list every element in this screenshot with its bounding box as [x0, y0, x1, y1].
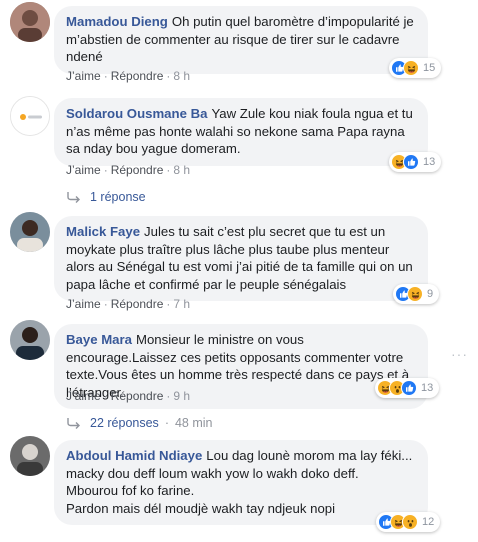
comment-text-line-3: Mbourou fof ko farine. — [66, 483, 195, 498]
view-replies-link[interactable]: 22 réponses · 48 min — [66, 416, 213, 430]
like-link[interactable]: J’aime — [66, 163, 101, 177]
comment-bubble: Mamadou Dieng Oh putin quel baromètre d’i… — [54, 6, 428, 74]
comment-bubble: Malick Faye Jules tu sait c’est plu secre… — [54, 216, 428, 301]
reaction-summary[interactable]: 13 — [375, 378, 440, 398]
comment-actions: J’aime · Répondre · 8 h — [66, 69, 191, 83]
timestamp[interactable]: 8 h — [173, 69, 190, 83]
reply-arrow-icon — [67, 192, 80, 203]
more-options-icon[interactable]: ··· — [451, 346, 468, 362]
comment-author[interactable]: Malick Faye — [66, 224, 140, 239]
reaction-count: 15 — [423, 62, 436, 74]
comment-actions: J’aime · Répondre · 8 h — [66, 163, 191, 177]
replies-time: 48 min — [174, 416, 213, 430]
comment-text-line-2: macky dou deff loum wakh yow lo wakh dok… — [66, 465, 359, 481]
reply-link[interactable]: Répondre — [111, 389, 164, 403]
reaction-count: 13 — [423, 156, 436, 168]
avatar[interactable] — [10, 212, 50, 252]
reaction-summary[interactable]: 12 — [376, 512, 441, 532]
wow-icon — [402, 514, 418, 530]
timestamp[interactable]: 9 h — [173, 389, 190, 403]
like-icon — [403, 154, 419, 170]
reaction-summary[interactable]: 15 — [389, 58, 442, 78]
comment-actions: J’aime · Répondre · 9 h — [66, 389, 191, 403]
reaction-summary[interactable]: 9 — [393, 284, 440, 304]
comment-text-line-4: Pardon mais dél moudjè wakh tay ndjeuk n… — [66, 500, 336, 516]
reply-link[interactable]: Répondre — [111, 297, 164, 311]
reply-link[interactable]: Répondre — [111, 163, 164, 177]
replies-count: 1 réponse — [90, 190, 146, 204]
like-link[interactable]: J’aime — [66, 297, 101, 311]
like-link[interactable]: J’aime — [66, 389, 101, 403]
reaction-summary[interactable]: 13 — [389, 152, 442, 172]
reaction-count: 12 — [422, 516, 435, 528]
haha-icon — [403, 60, 419, 76]
like-link[interactable]: J’aime — [66, 69, 101, 83]
avatar[interactable] — [10, 320, 50, 360]
reply-arrow-icon — [67, 418, 80, 429]
replies-count: 22 réponses — [90, 416, 159, 430]
comment-author[interactable]: Abdoul Hamid Ndiaye — [66, 448, 202, 463]
comment-author[interactable]: Soldarou Ousmane Ba — [66, 106, 207, 121]
comment-text-line-1: Lou dag lounè morom ma lay féki... — [206, 448, 413, 463]
comment-actions: J’aime · Répondre · 7 h — [66, 297, 191, 311]
like-icon — [401, 380, 417, 396]
timestamp[interactable]: 8 h — [173, 163, 190, 177]
reaction-count: 9 — [427, 288, 434, 300]
comment-bubble: Abdoul Hamid Ndiaye Lou dag lounè morom m… — [54, 440, 428, 525]
avatar[interactable] — [10, 436, 50, 476]
avatar[interactable] — [10, 96, 50, 136]
timestamp[interactable]: 7 h — [173, 297, 190, 311]
avatar[interactable] — [10, 2, 50, 42]
reaction-count: 13 — [421, 382, 434, 394]
comment-author[interactable]: Baye Mara — [66, 332, 132, 347]
view-replies-link[interactable]: 1 réponse — [66, 190, 146, 204]
haha-icon — [407, 286, 423, 302]
comment-author[interactable]: Mamadou Dieng — [66, 14, 168, 29]
reply-link[interactable]: Répondre — [111, 69, 164, 83]
comment-bubble: Soldarou Ousmane Ba Yaw Zule kou niak fou… — [54, 98, 428, 166]
